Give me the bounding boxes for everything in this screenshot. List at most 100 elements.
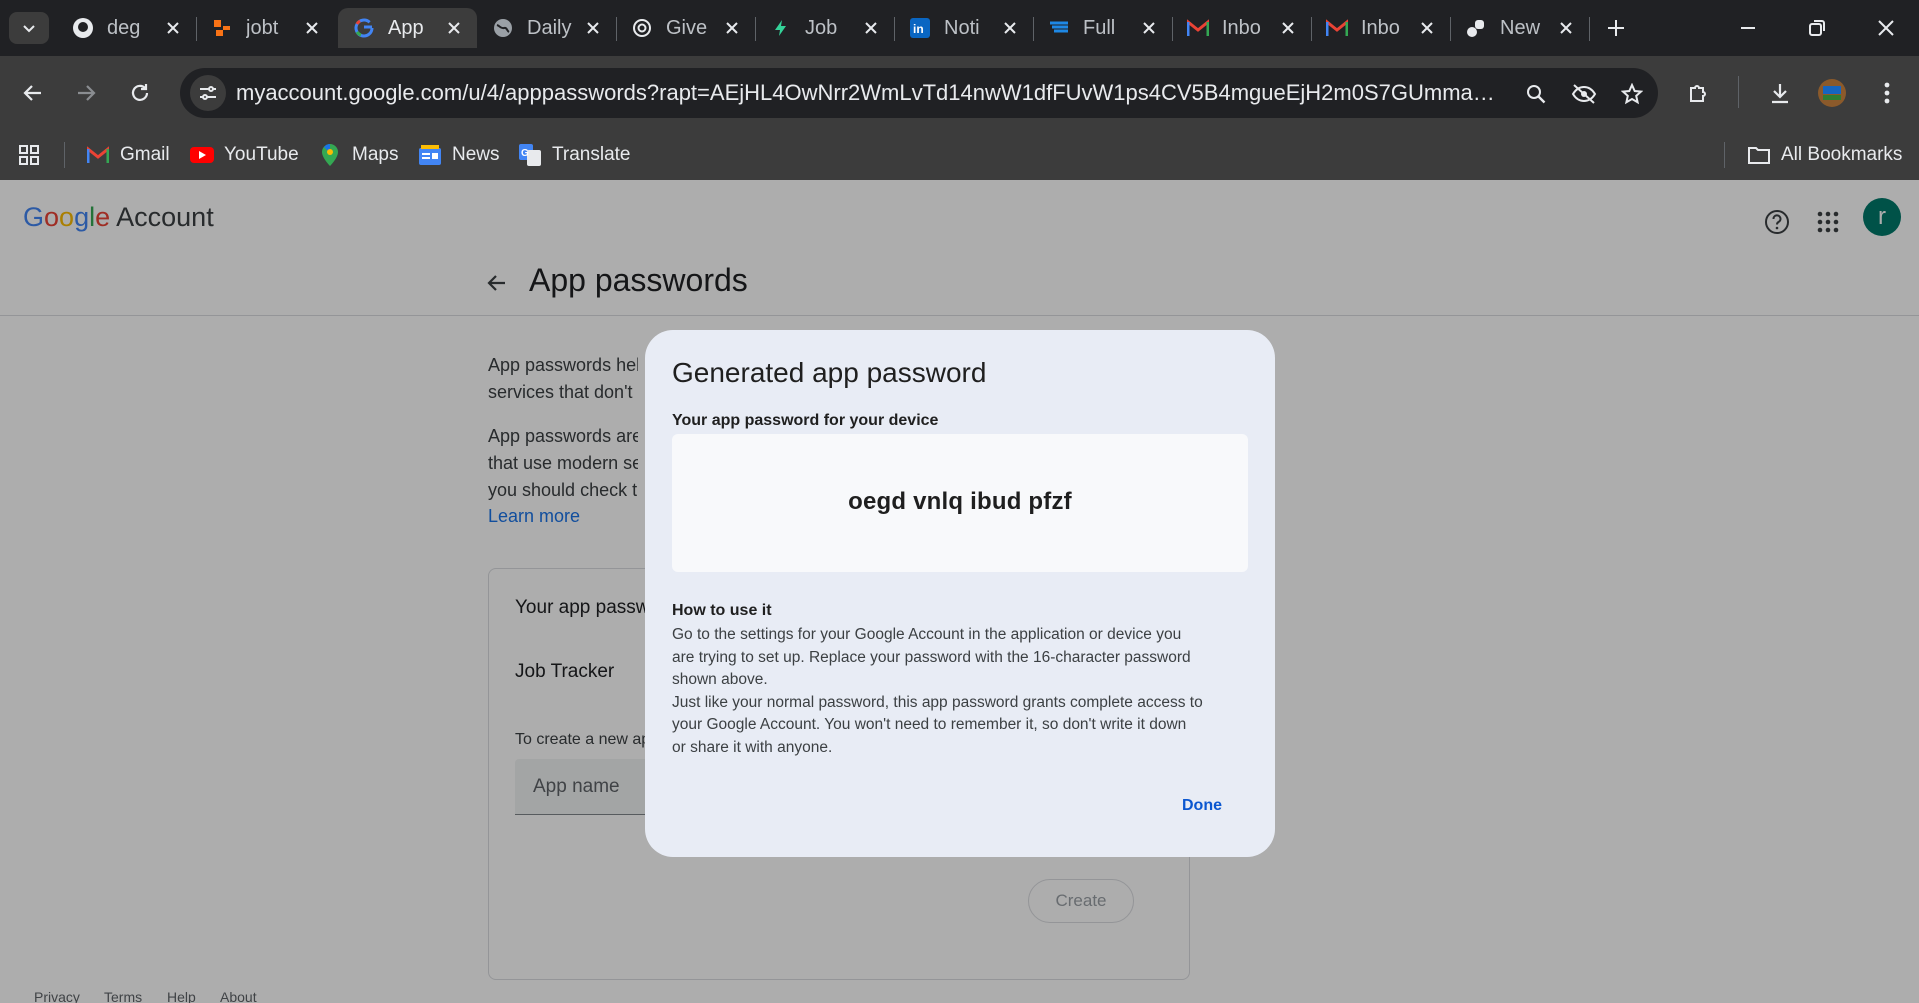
tab-app-passwords[interactable]: App bbox=[338, 8, 477, 48]
bookmark-translate[interactable]: G Translate bbox=[518, 142, 631, 168]
globe-icon bbox=[491, 16, 515, 40]
new-tab-button[interactable] bbox=[1600, 12, 1632, 44]
jobtracker-icon bbox=[210, 16, 234, 40]
folder-icon bbox=[1747, 143, 1771, 167]
bolt-icon bbox=[769, 16, 793, 40]
chevron-down-icon bbox=[23, 25, 35, 33]
news-icon bbox=[418, 143, 442, 167]
tab-daily[interactable]: Daily bbox=[477, 8, 616, 48]
tab-inbox-2[interactable]: Inbo bbox=[1311, 8, 1450, 48]
restore-button[interactable] bbox=[1799, 10, 1835, 46]
gmail-icon bbox=[86, 143, 110, 167]
zoom-button[interactable] bbox=[1521, 79, 1551, 109]
plus-icon bbox=[1608, 20, 1624, 36]
tab-title: App bbox=[388, 16, 424, 39]
close-window-button[interactable] bbox=[1868, 10, 1904, 46]
all-bookmarks-button[interactable]: All Bookmarks bbox=[1747, 142, 1902, 168]
tab-job[interactable]: Job bbox=[755, 8, 894, 48]
tab-title: New bbox=[1500, 16, 1541, 39]
tracking-protection-button[interactable] bbox=[1569, 79, 1599, 109]
bookmark-divider bbox=[1724, 142, 1725, 168]
tab-inbox-1[interactable]: Inbo bbox=[1172, 8, 1311, 48]
tab-title: Give bbox=[666, 16, 708, 39]
bookmark-youtube[interactable]: YouTube bbox=[190, 142, 299, 168]
eye-off-icon bbox=[1571, 84, 1597, 104]
notion-icon bbox=[1464, 16, 1488, 40]
browser-toolbar: myaccount.google.com/u/4/apppasswords?ra… bbox=[0, 56, 1919, 130]
star-icon bbox=[1621, 83, 1643, 105]
github-icon bbox=[71, 16, 95, 40]
profile-button[interactable] bbox=[1813, 74, 1851, 112]
tab-new[interactable]: New bbox=[1450, 8, 1589, 48]
download-icon bbox=[1772, 84, 1788, 104]
apps-button[interactable] bbox=[18, 142, 40, 168]
all-bookmarks-label: All Bookmarks bbox=[1781, 144, 1903, 165]
tab-title: Job bbox=[805, 16, 838, 39]
downloads-button[interactable] bbox=[1761, 74, 1799, 112]
translate-icon: G bbox=[518, 143, 542, 167]
how-to-title: How to use it bbox=[672, 602, 772, 619]
restore-icon bbox=[1809, 20, 1825, 36]
tab-full[interactable]: Full bbox=[1033, 8, 1172, 48]
zoom-icon bbox=[1527, 85, 1546, 104]
how-to-line: your Google Account. You won't need to r… bbox=[672, 716, 1187, 733]
close-icon[interactable] bbox=[1557, 19, 1575, 37]
close-icon[interactable] bbox=[164, 19, 182, 37]
gmail-icon bbox=[1186, 16, 1210, 40]
extensions-button[interactable] bbox=[1680, 74, 1718, 112]
toolbar-divider bbox=[1738, 76, 1739, 108]
close-icon[interactable] bbox=[862, 19, 880, 37]
tab-jobtracker[interactable]: jobt bbox=[196, 8, 335, 48]
close-icon[interactable] bbox=[1140, 19, 1158, 37]
bookmark-gmail[interactable]: Gmail bbox=[86, 142, 170, 168]
back-button[interactable] bbox=[14, 74, 52, 112]
close-icon[interactable] bbox=[1418, 19, 1436, 37]
tab-linkedin[interactable]: in Noti bbox=[894, 8, 1033, 48]
address-bar[interactable]: myaccount.google.com/u/4/apppasswords?ra… bbox=[180, 68, 1658, 118]
tab-search-button[interactable] bbox=[9, 12, 49, 44]
browser-menu-button[interactable] bbox=[1868, 74, 1906, 112]
bookmark-label: News bbox=[452, 144, 500, 165]
how-to-line: shown above. bbox=[672, 671, 768, 688]
tab-github[interactable]: deg bbox=[57, 8, 196, 48]
linkedin-icon: in bbox=[908, 16, 932, 40]
password-box: oegd vnlq ibud pfzf bbox=[672, 434, 1248, 572]
close-icon[interactable] bbox=[1001, 19, 1019, 37]
tab-chatgpt[interactable]: Give bbox=[616, 8, 755, 48]
done-button[interactable]: Done bbox=[1182, 797, 1222, 815]
reload-button[interactable] bbox=[121, 74, 159, 112]
dialog-subtitle: Your app password for your device bbox=[672, 412, 939, 429]
close-icon bbox=[1878, 20, 1894, 36]
tab-title: Inbo bbox=[1222, 16, 1261, 39]
gmail-icon bbox=[1325, 16, 1349, 40]
bookmark-label: Translate bbox=[552, 144, 631, 165]
close-icon[interactable] bbox=[723, 19, 741, 37]
url-text[interactable]: myaccount.google.com/u/4/apppasswords?ra… bbox=[236, 80, 1496, 106]
site-info-button[interactable] bbox=[190, 75, 226, 111]
how-to-line: Go to the settings for your Google Accou… bbox=[672, 626, 1182, 643]
close-icon[interactable] bbox=[445, 19, 463, 37]
close-icon[interactable] bbox=[584, 19, 602, 37]
bookmark-news[interactable]: News bbox=[418, 142, 500, 168]
tune-icon bbox=[200, 86, 216, 100]
generated-password-dialog: Generated app password Your app password… bbox=[645, 330, 1275, 857]
tab-title: Inbo bbox=[1361, 16, 1400, 39]
close-icon[interactable] bbox=[303, 19, 321, 37]
tab-title: deg bbox=[107, 16, 141, 39]
apps-grid-icon bbox=[19, 145, 39, 165]
bookmark-maps[interactable]: Maps bbox=[318, 142, 398, 168]
dialog-title: Generated app password bbox=[672, 357, 987, 388]
tab-title: jobt bbox=[246, 16, 279, 39]
close-icon[interactable] bbox=[1279, 19, 1297, 37]
arrow-right-icon bbox=[78, 85, 96, 101]
maps-pin-icon bbox=[318, 143, 342, 167]
minimize-button[interactable] bbox=[1730, 10, 1766, 46]
more-vert-icon bbox=[1884, 82, 1890, 104]
how-to-line: are trying to set up. Replace your passw… bbox=[672, 648, 1191, 666]
flag-icon bbox=[1047, 16, 1071, 40]
bookmark-star-button[interactable] bbox=[1617, 79, 1647, 109]
tab-title: Daily bbox=[527, 16, 572, 39]
forward-button[interactable] bbox=[67, 74, 105, 112]
generated-password[interactable]: oegd vnlq ibud pfzf bbox=[672, 488, 1248, 516]
bookmark-label: Gmail bbox=[120, 144, 170, 165]
